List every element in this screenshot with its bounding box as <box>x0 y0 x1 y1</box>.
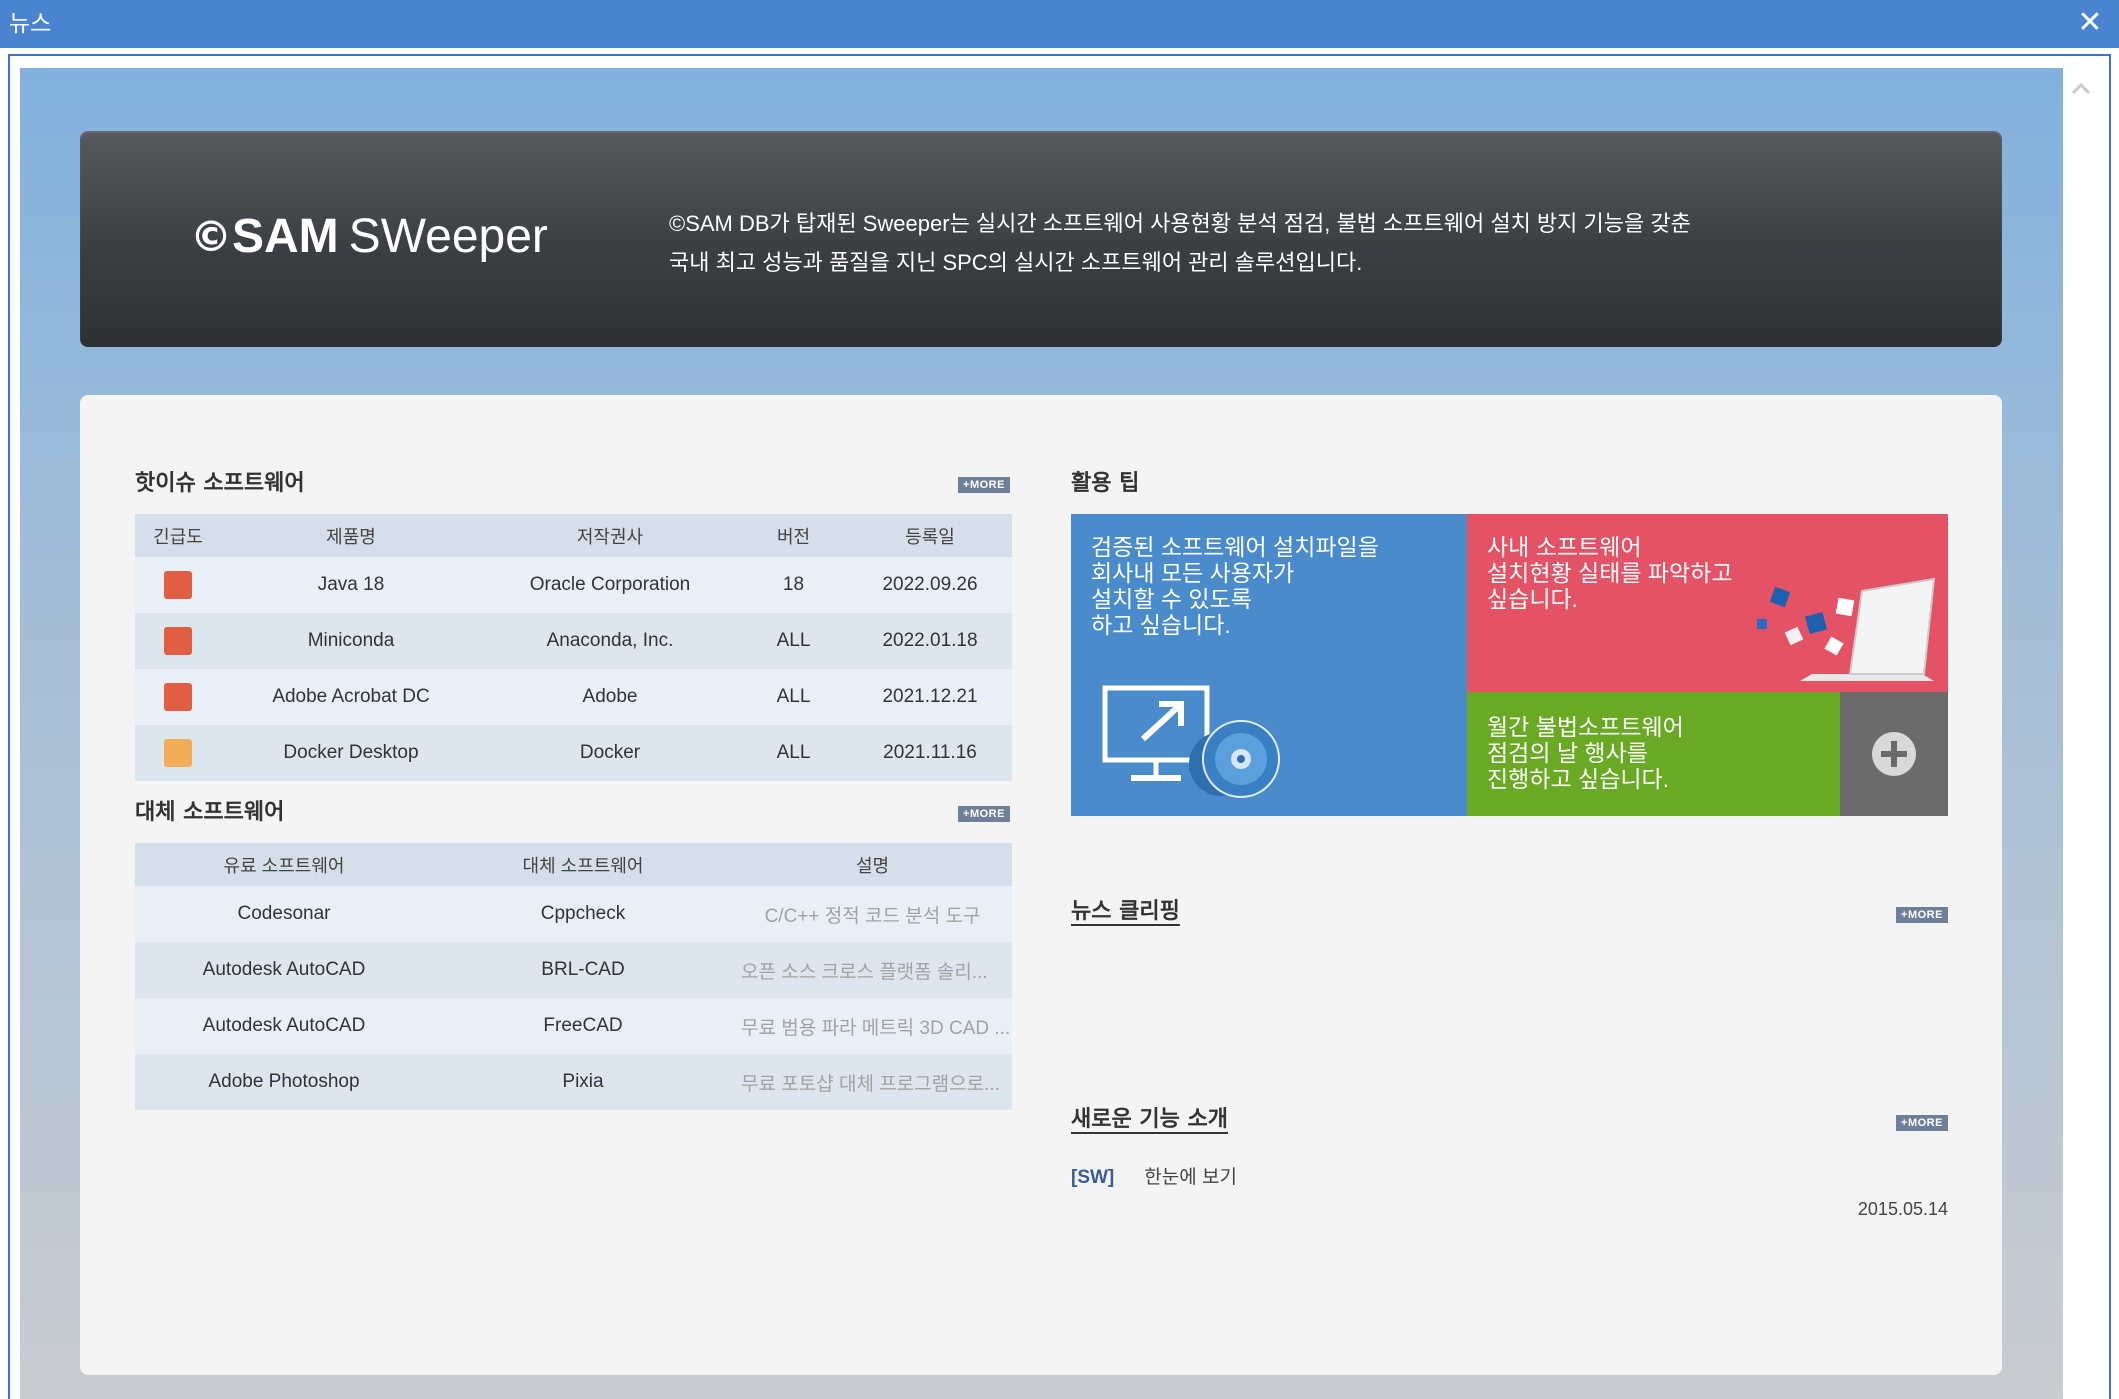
window-titlebar: 뉴스 ✕ <box>0 0 2119 48</box>
date-cell: 2021.11.16 <box>848 725 1012 781</box>
alt-software-cell: Pixia <box>433 1054 733 1110</box>
description-cell: C/C++ 정적 코드 분석 도구 <box>733 886 1012 942</box>
monitor-disc-icon <box>1102 685 1280 798</box>
alternative-table: 유료 소프트웨어 대체 소프트웨어 설명 Codesonar Cppcheck … <box>135 843 1012 1110</box>
table-row[interactable]: Codesonar Cppcheck C/C++ 정적 코드 분석 도구 <box>135 886 1012 942</box>
window-title: 뉴스 <box>9 11 52 37</box>
column-header: 등록일 <box>848 514 1012 557</box>
new-features-title[interactable]: 새로운 기능 소개 <box>1071 1101 1228 1133</box>
table-row[interactable]: Adobe Acrobat DC Adobe ALL 2021.12.21 <box>135 669 1012 725</box>
date-cell: 2021.12.21 <box>848 669 1012 725</box>
banner-description-line1: ©SAM DB가 탑재된 Sweeper는 실시간 소프트웨어 사용현황 분석 … <box>669 211 1691 236</box>
scrollbar[interactable] <box>2063 68 2099 1399</box>
banner-description-line2: 국내 최고 성능과 품질을 지닌 SPC의 실시간 소프트웨어 관리 솔루션입니… <box>669 250 1363 275</box>
tip-tile-status[interactable]: 사내 소프트웨어 설치현황 실태를 파악하고 싶습니다. <box>1467 514 1948 692</box>
table-row[interactable]: Autodesk AutoCAD BRL-CAD 오픈 소스 크로스 플랫폼 솔… <box>135 942 1012 998</box>
laptop-cubes-icon <box>1757 577 1936 681</box>
urgency-indicator <box>164 571 192 599</box>
tip-tile-install-text: 검증된 소프트웨어 설치파일을 회사내 모든 사용자가 설치할 수 있도록 하고… <box>1091 534 1379 638</box>
urgency-indicator <box>164 683 192 711</box>
tip-tile-install[interactable]: 검증된 소프트웨어 설치파일을 회사내 모든 사용자가 설치할 수 있도록 하고… <box>1071 514 1467 816</box>
news-clipping-title[interactable]: 뉴스 클리핑 <box>1071 893 1180 925</box>
close-icon[interactable]: ✕ <box>2073 6 2107 40</box>
alt-software-cell: Cppcheck <box>433 886 733 942</box>
version-cell: 18 <box>739 557 848 613</box>
urgency-indicator <box>164 739 192 767</box>
hot-issue-title: 핫이슈 소프트웨어 <box>135 471 305 496</box>
table-header-row: 긴급도 제품명 저작권사 버전 등록일 <box>135 514 1012 557</box>
alt-software-cell: FreeCAD <box>433 998 733 1054</box>
column-header: 대체 소프트웨어 <box>433 843 733 886</box>
column-header: 긴급도 <box>135 514 221 557</box>
tip-tile-inspection-text: 월간 불법소프트웨어 점검의 날 행사를 진행하고 싶습니다. <box>1487 714 1684 792</box>
new-features-more-button[interactable]: +MORE <box>1896 1115 1948 1131</box>
publisher-cell: Docker <box>481 725 739 781</box>
column-header: 제품명 <box>221 514 481 557</box>
news-date: 2015.05.14 <box>1857 1199 1948 1219</box>
product-banner: ©SAM SWeeper ©SAM DB가 탑재된 Sweeper는 실시간 소프… <box>80 131 2002 347</box>
plus-circle-icon <box>1872 732 1916 776</box>
sweeper-logo: ©SAM SWeeper <box>190 209 548 269</box>
column-header: 저작권사 <box>481 514 739 557</box>
table-header-row: 유료 소프트웨어 대체 소프트웨어 설명 <box>135 843 1012 886</box>
urgency-cell <box>135 669 221 725</box>
date-cell: 2022.09.26 <box>848 557 1012 613</box>
product-cell: Miniconda <box>221 613 481 669</box>
news-title: 한눈에 보기 <box>1144 1167 1237 1188</box>
product-cell: Docker Desktop <box>221 725 481 781</box>
alternative-more-button[interactable]: +MORE <box>958 806 1010 822</box>
urgency-indicator <box>164 627 192 655</box>
hot-issue-table: 긴급도 제품명 저작권사 버전 등록일 Java 18 Oracle Corpo… <box>135 514 1012 781</box>
logo-copyright-symbol: © <box>190 212 232 261</box>
description-cell: 오픈 소스 크로스 플랫폼 솔리... <box>733 942 1012 998</box>
content-area: ©SAM SWeeper ©SAM DB가 탑재된 Sweeper는 실시간 소프… <box>20 68 2063 1399</box>
column-header: 설명 <box>733 843 1012 886</box>
logo-sweeper: SWeeper <box>348 210 548 263</box>
dashboard-panel: 핫이슈 소프트웨어 +MORE 긴급도 제품명 저작권사 버전 등록일 Java… <box>80 395 2002 1375</box>
description-cell: 무료 포토샵 대체 프로그램으로... <box>733 1054 1012 1110</box>
date-cell: 2022.01.18 <box>848 613 1012 669</box>
news-clipping-more-button[interactable]: +MORE <box>1896 907 1948 923</box>
paid-software-cell: Autodesk AutoCAD <box>135 998 433 1054</box>
column-header: 버전 <box>739 514 848 557</box>
publisher-cell: Oracle Corporation <box>481 557 739 613</box>
table-row[interactable]: Java 18 Oracle Corporation 18 2022.09.26 <box>135 557 1012 613</box>
table-row[interactable]: Docker Desktop Docker ALL 2021.11.16 <box>135 725 1012 781</box>
urgency-cell <box>135 613 221 669</box>
product-cell: Java 18 <box>221 557 481 613</box>
hot-issue-more-button[interactable]: +MORE <box>958 477 1010 493</box>
description-cell: 무료 범용 파라 메트릭 3D CAD ... <box>733 998 1012 1054</box>
table-row[interactable]: Autodesk AutoCAD FreeCAD 무료 범용 파라 메트릭 3D… <box>135 998 1012 1054</box>
version-cell: ALL <box>739 669 848 725</box>
scroll-up-icon[interactable] <box>2068 76 2094 102</box>
column-header: 유료 소프트웨어 <box>135 843 433 886</box>
tips-title: 활용 팁 <box>1071 471 1140 496</box>
banner-description: ©SAM DB가 탑재된 Sweeper는 실시간 소프트웨어 사용현황 분석 … <box>669 204 1749 282</box>
tip-tile-status-text: 사내 소프트웨어 설치현황 실태를 파악하고 싶습니다. <box>1487 534 1733 612</box>
alternative-title: 대체 소프트웨어 <box>135 800 285 825</box>
urgency-cell <box>135 557 221 613</box>
logo-sam: SAM <box>232 210 339 263</box>
version-cell: ALL <box>739 613 848 669</box>
paid-software-cell: Adobe Photoshop <box>135 1054 433 1110</box>
alt-software-cell: BRL-CAD <box>433 942 733 998</box>
version-cell: ALL <box>739 725 848 781</box>
tips-tiles: 검증된 소프트웨어 설치파일을 회사내 모든 사용자가 설치할 수 있도록 하고… <box>1071 514 1948 816</box>
tip-tile-more[interactable] <box>1840 692 1948 816</box>
table-row[interactable]: Adobe Photoshop Pixia 무료 포토샵 대체 프로그램으로..… <box>135 1054 1012 1110</box>
tip-tile-inspection[interactable]: 월간 불법소프트웨어 점검의 날 행사를 진행하고 싶습니다. <box>1467 692 1840 816</box>
product-cell: Adobe Acrobat DC <box>221 669 481 725</box>
list-item[interactable]: [SW] 한눈에 보기 <box>1071 1162 1948 1192</box>
news-tag: [SW] <box>1071 1167 1115 1188</box>
publisher-cell: Anaconda, Inc. <box>481 613 739 669</box>
paid-software-cell: Codesonar <box>135 886 433 942</box>
publisher-cell: Adobe <box>481 669 739 725</box>
table-row[interactable]: Miniconda Anaconda, Inc. ALL 2022.01.18 <box>135 613 1012 669</box>
urgency-cell <box>135 725 221 781</box>
paid-software-cell: Autodesk AutoCAD <box>135 942 433 998</box>
